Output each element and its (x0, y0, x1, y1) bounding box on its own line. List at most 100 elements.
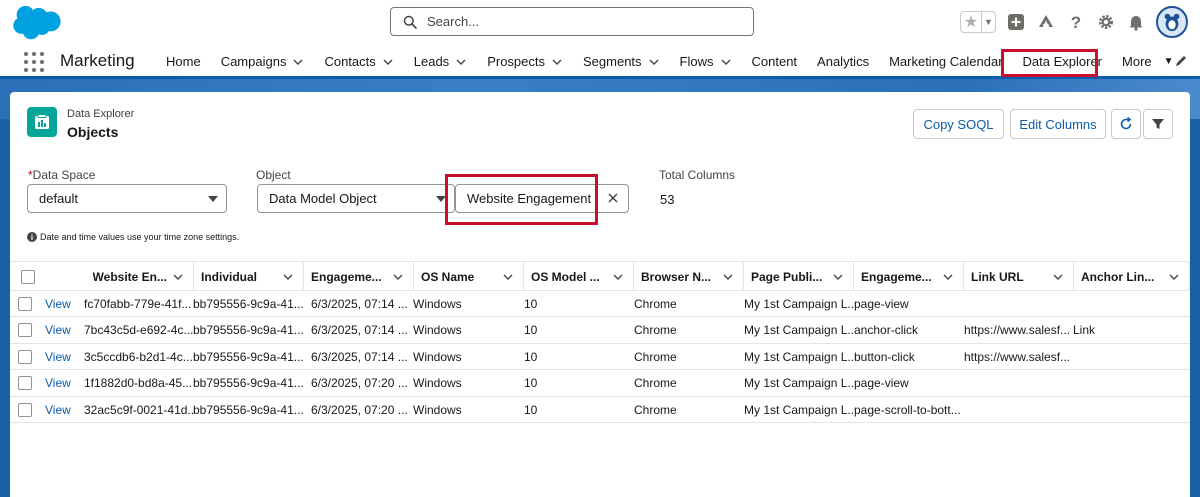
salesforce-logo[interactable] (12, 5, 68, 41)
view-record-link[interactable]: View (45, 370, 71, 396)
table-row: View 3c5ccdb6-b2d1-4c... bb795556-9c9a-41.… (10, 344, 1190, 371)
nav-tab-segments[interactable]: Segments (573, 44, 670, 79)
view-record-link[interactable]: View (45, 317, 71, 343)
column-header[interactable]: Individual (194, 262, 304, 291)
more-menu-chevron-icon[interactable]: ▼ (1164, 56, 1174, 67)
row-checkbox[interactable] (18, 323, 32, 338)
bell-icon[interactable] (1126, 12, 1146, 32)
nav-tab-analytics[interactable]: Analytics (807, 44, 879, 79)
table-cell: Chrome (634, 297, 677, 311)
column-header[interactable]: OS Name (414, 262, 524, 291)
column-header[interactable]: Engageme... (304, 262, 414, 291)
chevron-down-icon[interactable] (286, 56, 304, 68)
favorites-list-chevron-icon[interactable]: ▼ (981, 12, 995, 32)
chevron-down-icon[interactable] (1168, 271, 1180, 283)
nav-tab-contacts[interactable]: Contacts (314, 44, 403, 79)
page-subtitle: Data Explorer (67, 108, 135, 120)
table-cell: My 1st Campaign L... (744, 349, 854, 364)
app-launcher-icon[interactable] (24, 52, 44, 72)
object-type-select[interactable]: Data Model Object (257, 184, 455, 213)
data-space-label: *Data Space (28, 168, 96, 182)
row-checkbox[interactable] (18, 402, 32, 417)
column-header[interactable]: Anchor Lin... (1074, 262, 1190, 291)
refresh-icon (1120, 117, 1132, 130)
table-cell: 10 (524, 402, 538, 417)
chevron-down-icon[interactable] (832, 271, 844, 283)
nav-tab-home[interactable]: Home (156, 44, 211, 79)
table-cell: button-click (854, 349, 915, 364)
chevron-down-icon[interactable] (376, 56, 394, 68)
chevron-down-icon[interactable] (722, 271, 734, 283)
global-header: Search... ★ ▼ ? (0, 0, 1200, 44)
records-table: Website En... Individual Engageme... OS Nam… (10, 261, 1190, 423)
column-header[interactable]: OS Model ... (524, 262, 634, 291)
question-icon[interactable]: ? (1066, 12, 1086, 32)
chevron-down-icon[interactable] (172, 271, 184, 283)
table-cell: Windows (413, 323, 462, 338)
page-title: Objects (67, 124, 119, 140)
nav-tab-label: Leads (413, 54, 450, 69)
close-icon[interactable] (606, 191, 620, 205)
chevron-down-icon[interactable] (714, 56, 732, 68)
view-record-link[interactable]: View (45, 397, 71, 423)
chevron-down-icon[interactable] (1052, 271, 1064, 283)
edit-columns-button[interactable]: Edit Columns (1010, 109, 1106, 139)
data-space-select[interactable]: default (27, 184, 227, 213)
info-icon: i (27, 232, 37, 242)
table-cell: 3c5ccdb6-b2d1-4c... (84, 349, 193, 364)
nav-tab-prospects[interactable]: Prospects (477, 44, 573, 79)
pencil-icon[interactable] (1174, 54, 1188, 68)
nav-tab-marketing-calendar[interactable]: Marketing Calendar (879, 44, 1012, 79)
chevron-down-icon[interactable] (642, 56, 660, 68)
view-record-link[interactable]: View (45, 291, 71, 317)
column-header[interactable]: Browser N... (634, 262, 744, 291)
table-row: View fc70fabb-779e-41f... bb795556-9c9a-41… (10, 291, 1190, 318)
user-avatar[interactable] (1156, 6, 1188, 38)
chevron-down-icon[interactable] (392, 271, 404, 283)
plus-icon[interactable] (1006, 12, 1026, 32)
row-checkbox[interactable] (18, 349, 32, 364)
column-header[interactable]: Link URL (964, 262, 1074, 291)
header-utility-icons: ★ ▼ ? (960, 6, 1188, 38)
nav-tab-label: Home (166, 54, 201, 69)
select-all-checkbox[interactable] (21, 269, 35, 284)
chevron-down-icon[interactable] (545, 56, 563, 68)
trailhead-icon[interactable] (1036, 12, 1056, 32)
search-placeholder: Search... (427, 14, 480, 29)
chevron-down-icon[interactable] (612, 271, 624, 283)
nav-tab-campaigns[interactable]: Campaigns (211, 44, 315, 79)
nav-tab-leads[interactable]: Leads (404, 44, 477, 79)
refresh-button[interactable] (1111, 109, 1141, 139)
row-checkbox[interactable] (18, 297, 32, 311)
chevron-down-icon[interactable] (282, 271, 294, 283)
column-header-label: OS Model ... (531, 269, 600, 284)
object-label: Object (256, 168, 291, 182)
star-icon[interactable]: ★ (961, 12, 981, 32)
column-header[interactable]: Engageme... (854, 262, 964, 291)
chevron-down-icon[interactable] (942, 271, 954, 283)
nav-tab-content[interactable]: Content (742, 44, 808, 79)
table-cell: 6/3/2025, 07:20 ... (311, 376, 408, 391)
column-header[interactable]: Website En... (84, 262, 194, 291)
table-cell: Chrome (634, 323, 677, 338)
data-explorer-object-icon (27, 107, 57, 137)
view-record-link[interactable]: View (45, 344, 71, 370)
copy-soql-button[interactable]: Copy SOQL (913, 109, 1004, 139)
row-checkbox-cell (18, 291, 32, 317)
table-cell: bb795556-9c9a-41... (193, 297, 304, 311)
chevron-down-icon[interactable] (502, 271, 514, 283)
nav-tab-flows[interactable]: Flows (670, 44, 742, 79)
nav-tab-more[interactable]: More ▼ (1112, 44, 1184, 79)
table-cell: 10 (524, 297, 538, 311)
table-cell: 6/3/2025, 07:20 ... (311, 402, 408, 417)
chevron-down-icon[interactable] (449, 56, 467, 68)
global-search-input[interactable]: Search... (390, 7, 754, 36)
column-header[interactable]: Page Publi... (744, 262, 854, 291)
gear-icon[interactable] (1096, 12, 1116, 32)
table-cell: 6/3/2025, 07:14 ... (311, 349, 408, 364)
filter-button[interactable] (1143, 109, 1173, 139)
column-header-label: Engageme... (861, 269, 932, 284)
favorites-button-group[interactable]: ★ ▼ (960, 11, 996, 33)
row-checkbox[interactable] (18, 376, 32, 391)
table-cell (964, 397, 1073, 423)
